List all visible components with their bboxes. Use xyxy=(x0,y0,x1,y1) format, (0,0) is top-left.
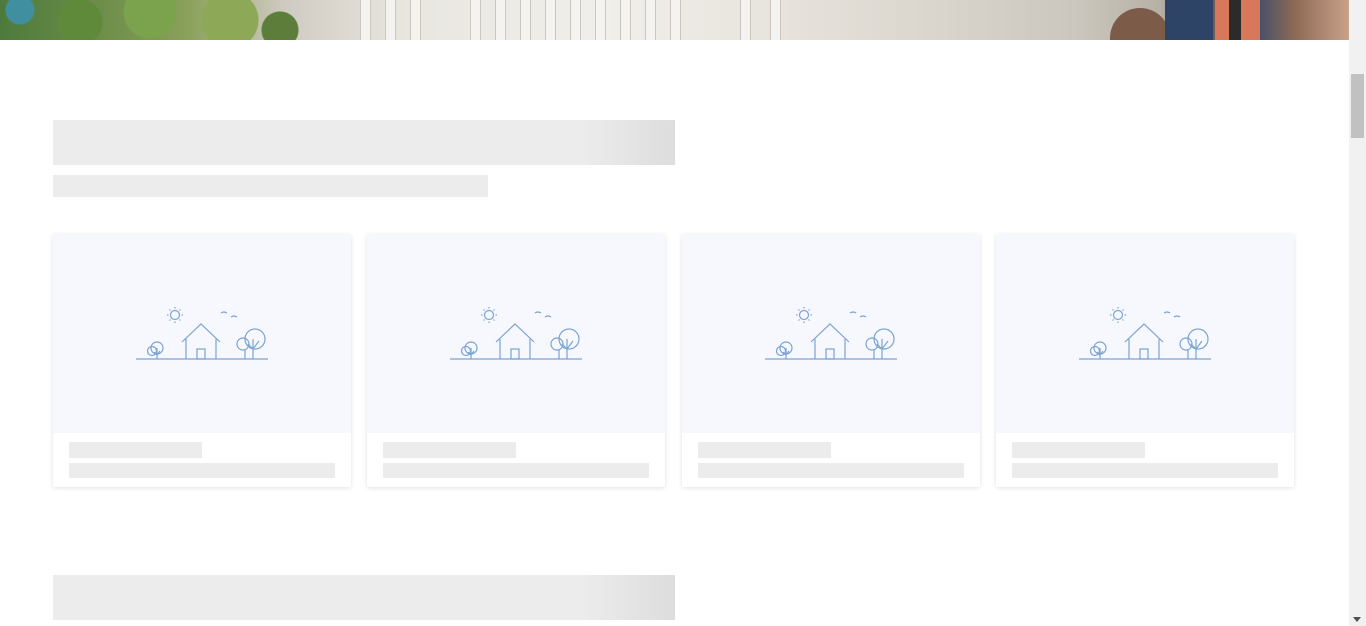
card-title-skeleton xyxy=(69,442,202,458)
section-title-skeleton xyxy=(53,120,675,165)
section-title-skeleton xyxy=(53,575,675,620)
card-text-skeleton xyxy=(1012,463,1278,478)
section-subtitle-skeleton xyxy=(53,175,488,197)
card-image-placeholder xyxy=(682,234,980,433)
card-title-skeleton xyxy=(383,442,516,458)
house-landscape-icon xyxy=(450,307,582,360)
hero-bush xyxy=(1110,8,1170,40)
card-image-placeholder xyxy=(367,234,665,433)
listing-card[interactable] xyxy=(367,234,665,487)
hero-image xyxy=(0,0,1349,40)
card-text-skeleton xyxy=(383,463,649,478)
card-image-placeholder xyxy=(996,234,1294,433)
listing-card[interactable] xyxy=(53,234,351,487)
card-text-skeleton xyxy=(69,463,335,478)
page-scrollbar[interactable] xyxy=(1349,0,1366,626)
listing-card[interactable] xyxy=(996,234,1294,487)
hero-person xyxy=(1215,0,1260,40)
scrollbar-thumb[interactable] xyxy=(1351,74,1364,138)
scroll-down-arrow-icon[interactable] xyxy=(1353,617,1361,622)
listing-card[interactable] xyxy=(682,234,980,487)
house-landscape-icon xyxy=(136,307,268,360)
card-text-skeleton xyxy=(698,463,964,478)
house-landscape-icon xyxy=(1079,307,1211,360)
card-title-skeleton xyxy=(698,442,831,458)
card-grid xyxy=(53,234,1296,488)
hero-foliage xyxy=(0,0,300,40)
hero-person xyxy=(1165,0,1213,40)
card-image-placeholder xyxy=(53,234,351,433)
card-title-skeleton xyxy=(1012,442,1145,458)
house-landscape-icon xyxy=(765,307,897,360)
